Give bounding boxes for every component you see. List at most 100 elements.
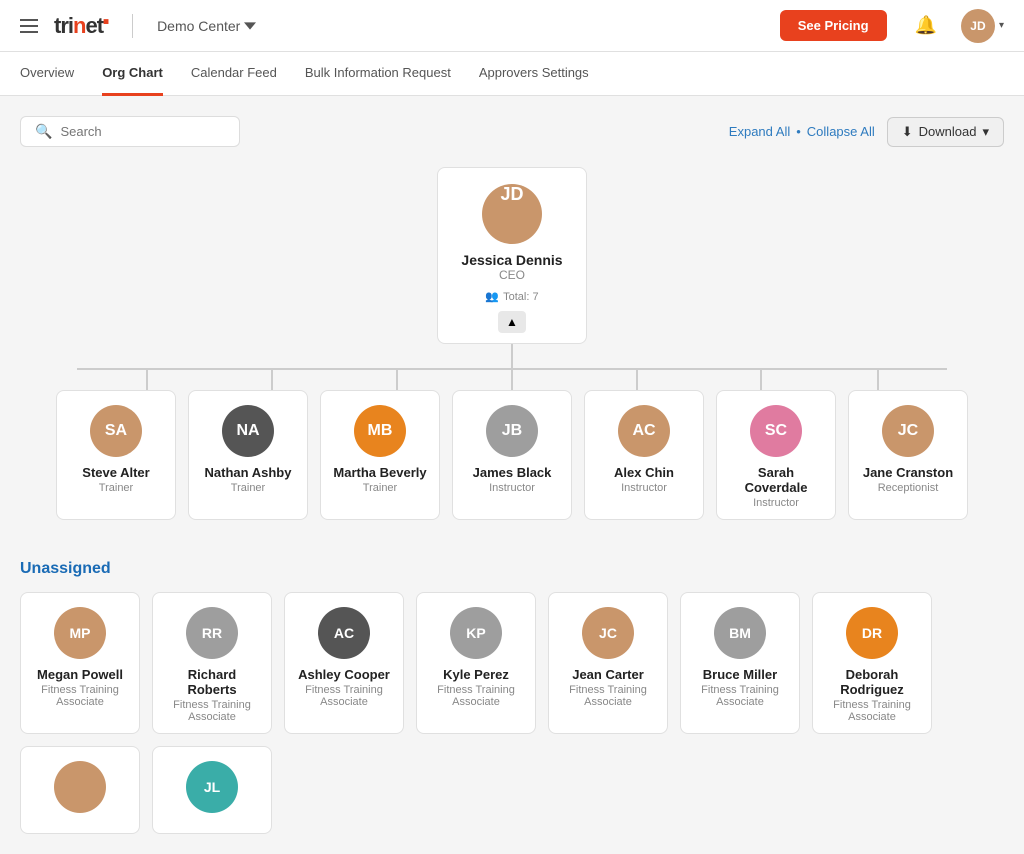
search-icon: 🔍 (35, 123, 52, 140)
toolbar-right: Expand All • Collapse All ⬇ Download ▾ (729, 117, 1004, 147)
separator-dot: • (796, 124, 801, 139)
unassigned-card-richard-roberts[interactable]: RR Richard Roberts Fitness Training Asso… (152, 592, 272, 734)
member-avatar-jane-cranston: JC (882, 405, 934, 457)
unassigned-second-row: JL (20, 746, 940, 834)
user-caret-icon: ▾ (999, 20, 1004, 31)
unassigned-avatar-jean-carter: JC (582, 607, 634, 659)
notifications-bell-icon[interactable]: 🔔 (915, 15, 937, 36)
unassigned-card-jean-carter[interactable]: JC Jean Carter Fitness Training Associat… (548, 592, 668, 734)
member-card-james-black[interactable]: JB James Black Instructor (452, 390, 572, 520)
nav-divider (132, 14, 133, 38)
tab-calendar-feed[interactable]: Calendar Feed (191, 52, 277, 96)
member-avatar-alex-chin: AC (618, 405, 670, 457)
unassigned-avatar-partial-1 (54, 761, 106, 813)
demo-center-dropdown[interactable]: Demo Center (157, 18, 256, 34)
logo: trinet■ (54, 13, 108, 39)
search-input[interactable] (60, 124, 225, 139)
vert-drop-6 (760, 368, 762, 390)
unassigned-avatar-ashley-cooper: AC (318, 607, 370, 659)
member-card-alex-chin[interactable]: AC Alex Chin Instructor (584, 390, 704, 520)
vert-drop-4 (511, 368, 513, 390)
member-name-nathan-ashby: Nathan Ashby (205, 465, 292, 480)
unassigned-role-deborah-rodriguez: Fitness Training Associate (823, 699, 921, 723)
member-role-james-black: Instructor (489, 482, 535, 494)
member-name-sarah-coverdale: Sarah Coverdale (727, 465, 825, 495)
unassigned-avatar-deborah-rodriguez: DR (846, 607, 898, 659)
unassigned-avatar-megan-powell: MP (54, 607, 106, 659)
unassigned-section: Unassigned MP Megan Powell Fitness Train… (20, 560, 940, 834)
main-content: 🔍 Expand All • Collapse All ⬇ Download ▾… (0, 96, 1024, 854)
unassigned-avatar-richard-roberts: RR (186, 607, 238, 659)
unassigned-name-jean-carter: Jean Carter (572, 667, 644, 682)
member-avatar-steve-alter: SA (90, 405, 142, 457)
hamburger-menu[interactable] (20, 19, 38, 33)
member-avatar-nathan-ashby: NA (222, 405, 274, 457)
unassigned-role-ashley-cooper: Fitness Training Associate (295, 684, 393, 708)
vert-drop-2 (271, 368, 273, 390)
org-chart: JD Jessica Dennis CEO 👥 Total: 7 ▲ (20, 167, 1004, 834)
unassigned-grid: MP Megan Powell Fitness Training Associa… (20, 592, 940, 734)
vert-drop-7 (877, 368, 879, 390)
expand-all-link[interactable]: Expand All (729, 124, 790, 139)
unassigned-avatar-partial-2: JL (186, 761, 238, 813)
unassigned-name-kyle-perez: Kyle Perez (443, 667, 509, 682)
download-button[interactable]: ⬇ Download ▾ (887, 117, 1004, 147)
tab-approvers-settings[interactable]: Approvers Settings (479, 52, 589, 96)
collapse-all-link[interactable]: Collapse All (807, 124, 875, 139)
member-card-martha-beverly[interactable]: MB Martha Beverly Trainer (320, 390, 440, 520)
download-icon: ⬇ (902, 124, 913, 140)
toolbar: 🔍 Expand All • Collapse All ⬇ Download ▾ (20, 116, 1004, 147)
vert-drop-5 (636, 368, 638, 390)
tab-bulk-information-request[interactable]: Bulk Information Request (305, 52, 451, 96)
unassigned-name-ashley-cooper: Ashley Cooper (298, 667, 390, 682)
unassigned-card-partial-1[interactable] (20, 746, 140, 834)
member-role-steve-alter: Trainer (99, 482, 133, 494)
member-avatar-james-black: JB (486, 405, 538, 457)
expand-collapse-controls: Expand All • Collapse All (729, 124, 875, 139)
unassigned-card-megan-powell[interactable]: MP Megan Powell Fitness Training Associa… (20, 592, 140, 734)
ceo-collapse-button[interactable]: ▲ (498, 311, 526, 333)
unassigned-card-ashley-cooper[interactable]: AC Ashley Cooper Fitness Training Associ… (284, 592, 404, 734)
ceo-title: CEO (499, 268, 525, 282)
member-name-martha-beverly: Martha Beverly (333, 465, 426, 480)
unassigned-card-kyle-perez[interactable]: KP Kyle Perez Fitness Training Associate (416, 592, 536, 734)
unassigned-card-bruce-miller[interactable]: BM Bruce Miller Fitness Training Associa… (680, 592, 800, 734)
member-role-sarah-coverdale: Instructor (753, 497, 799, 509)
search-box[interactable]: 🔍 (20, 116, 240, 147)
ceo-total: 👥 Total: 7 (485, 290, 538, 303)
member-name-jane-cranston: Jane Cranston (863, 465, 953, 480)
member-card-steve-alter[interactable]: SA Steve Alter Trainer (56, 390, 176, 520)
member-name-alex-chin: Alex Chin (614, 465, 674, 480)
unassigned-name-megan-powell: Megan Powell (37, 667, 123, 682)
member-card-sarah-coverdale[interactable]: SC Sarah Coverdale Instructor (716, 390, 836, 520)
member-avatar-martha-beverly: MB (354, 405, 406, 457)
ceo-card[interactable]: JD Jessica Dennis CEO 👥 Total: 7 ▲ (437, 167, 587, 344)
ceo-avatar: JD (482, 184, 542, 244)
unassigned-card-deborah-rodriguez[interactable]: DR Deborah Rodriguez Fitness Training As… (812, 592, 932, 734)
team-members-row: SA Steve Alter Trainer NA Nathan Ashby T… (56, 390, 968, 520)
user-menu[interactable]: JD ▾ (961, 9, 1004, 43)
vertical-connector-ceo (511, 344, 513, 368)
horizontal-connector-line (77, 368, 947, 370)
unassigned-card-partial-2[interactable]: JL (152, 746, 272, 834)
unassigned-role-kyle-perez: Fitness Training Associate (427, 684, 525, 708)
unassigned-role-bruce-miller: Fitness Training Associate (691, 684, 789, 708)
tab-org-chart[interactable]: Org Chart (102, 52, 163, 96)
vert-drop-3 (396, 368, 398, 390)
ceo-name: Jessica Dennis (461, 252, 562, 268)
top-nav: trinet■ Demo Center See Pricing 🔔 JD ▾ (0, 0, 1024, 52)
member-role-alex-chin: Instructor (621, 482, 667, 494)
tab-overview[interactable]: Overview (20, 52, 74, 96)
member-name-steve-alter: Steve Alter (82, 465, 149, 480)
unassigned-title: Unassigned (20, 560, 940, 578)
user-avatar: JD (961, 9, 995, 43)
member-avatar-sarah-coverdale: SC (750, 405, 802, 457)
unassigned-name-richard-roberts: Richard Roberts (163, 667, 261, 697)
sub-nav: Overview Org Chart Calendar Feed Bulk In… (0, 52, 1024, 96)
member-card-nathan-ashby[interactable]: NA Nathan Ashby Trainer (188, 390, 308, 520)
unassigned-name-bruce-miller: Bruce Miller (703, 667, 777, 682)
member-card-jane-cranston[interactable]: JC Jane Cranston Receptionist (848, 390, 968, 520)
download-caret-icon: ▾ (982, 124, 989, 140)
see-pricing-button[interactable]: See Pricing (780, 10, 887, 41)
member-role-martha-beverly: Trainer (363, 482, 397, 494)
